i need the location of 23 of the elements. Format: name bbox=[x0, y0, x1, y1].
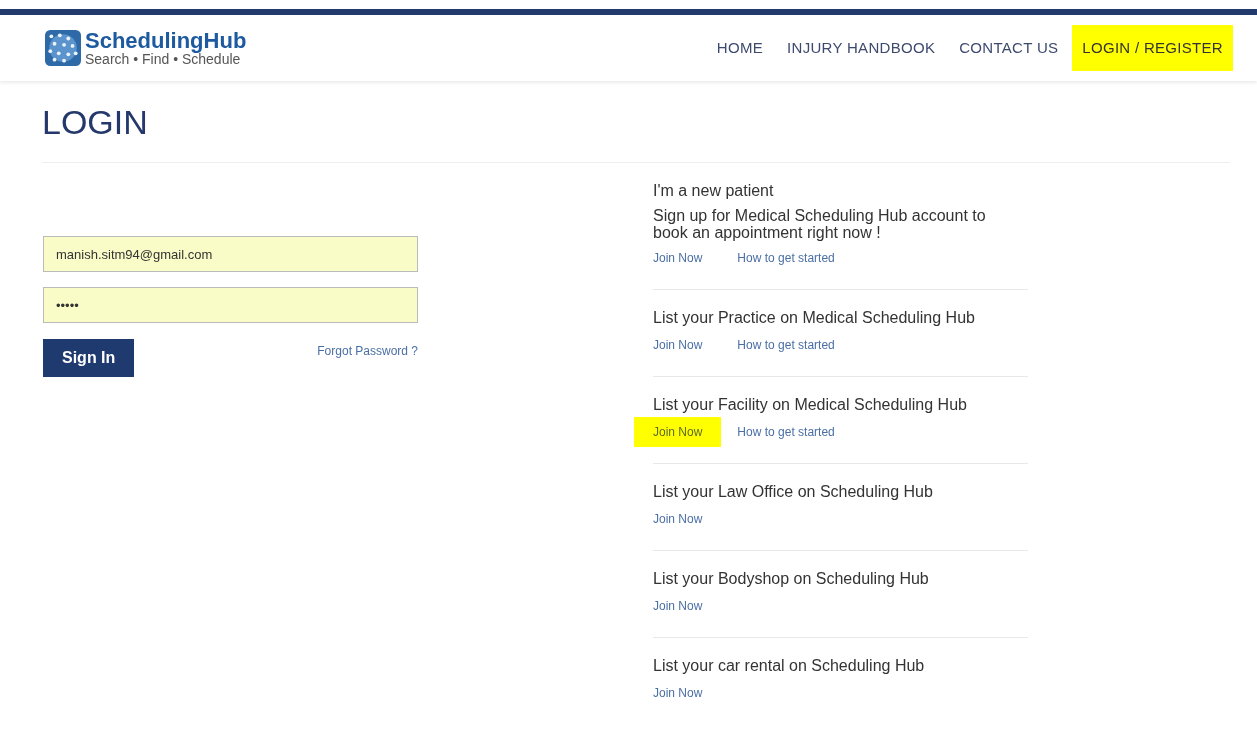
section-link[interactable]: Join Now bbox=[634, 591, 722, 621]
section-title: List your Facility on Medical Scheduling Hub bbox=[653, 395, 968, 415]
section-link[interactable]: Join Now bbox=[634, 417, 722, 447]
logo-tagline: Search • Find • Schedule bbox=[85, 52, 241, 66]
section-title: List your Bodyshop on Scheduling Hub bbox=[653, 569, 930, 589]
page-title: LOGIN bbox=[42, 102, 149, 143]
section-title: List your Practice on Medical Scheduling Hub bbox=[653, 308, 976, 328]
password-field[interactable]: ••••• bbox=[43, 287, 418, 323]
section-title: I'm a new patient bbox=[653, 181, 775, 201]
globe-logo-icon bbox=[45, 30, 81, 66]
forgot-password-link[interactable]: Forgot Password ? bbox=[317, 342, 418, 360]
nav-link[interactable]: INJURY HANDBOOK bbox=[777, 24, 946, 72]
section-title: List your car rental on Scheduling Hub bbox=[653, 656, 926, 676]
section-link[interactable]: Join Now bbox=[634, 678, 722, 708]
section-description: Sign up for Medical Scheduling Hub account to book an appointment right now ! bbox=[653, 207, 987, 241]
section-title: List your Law Office on Scheduling Hub bbox=[653, 482, 934, 502]
section-link[interactable]: Join Now bbox=[634, 504, 722, 534]
nav-link[interactable]: HOME bbox=[706, 24, 774, 72]
sign-in-button[interactable]: Sign In bbox=[43, 339, 135, 377]
logo-name: SchedulingHub bbox=[85, 30, 247, 52]
email-field[interactable]: manish.sitm94@gmail.com bbox=[43, 236, 418, 272]
nav-link[interactable]: LOGIN / REGISTER bbox=[1072, 24, 1233, 72]
nav-link[interactable]: CONTACT US bbox=[949, 24, 1069, 72]
